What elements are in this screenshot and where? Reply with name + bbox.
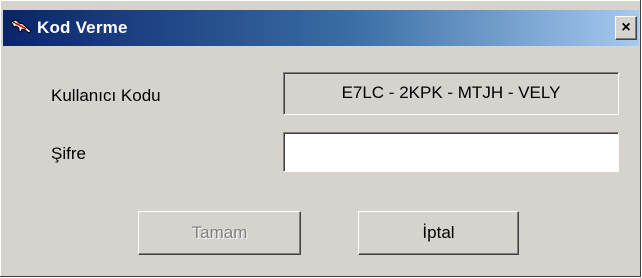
password-label: Şifre	[51, 144, 86, 163]
cancel-button[interactable]: İptal	[358, 211, 519, 255]
close-button[interactable]: ×	[615, 16, 637, 40]
lizard-app-icon	[9, 16, 33, 40]
dialog-window: Kod Verme × Kullanıcı Kodu E7LC - 2KPK -…	[0, 0, 641, 277]
ok-button[interactable]: Tamam	[138, 211, 301, 255]
password-input[interactable]	[283, 132, 619, 172]
user-code-label: Kullanıcı Kodu	[51, 86, 161, 105]
close-icon: ×	[621, 19, 631, 36]
window-title: Kod Verme	[37, 18, 128, 37]
user-code-display: E7LC - 2KPK - MTJH - VELY	[283, 72, 619, 115]
title-bar[interactable]: Kod Verme ×	[3, 10, 639, 46]
